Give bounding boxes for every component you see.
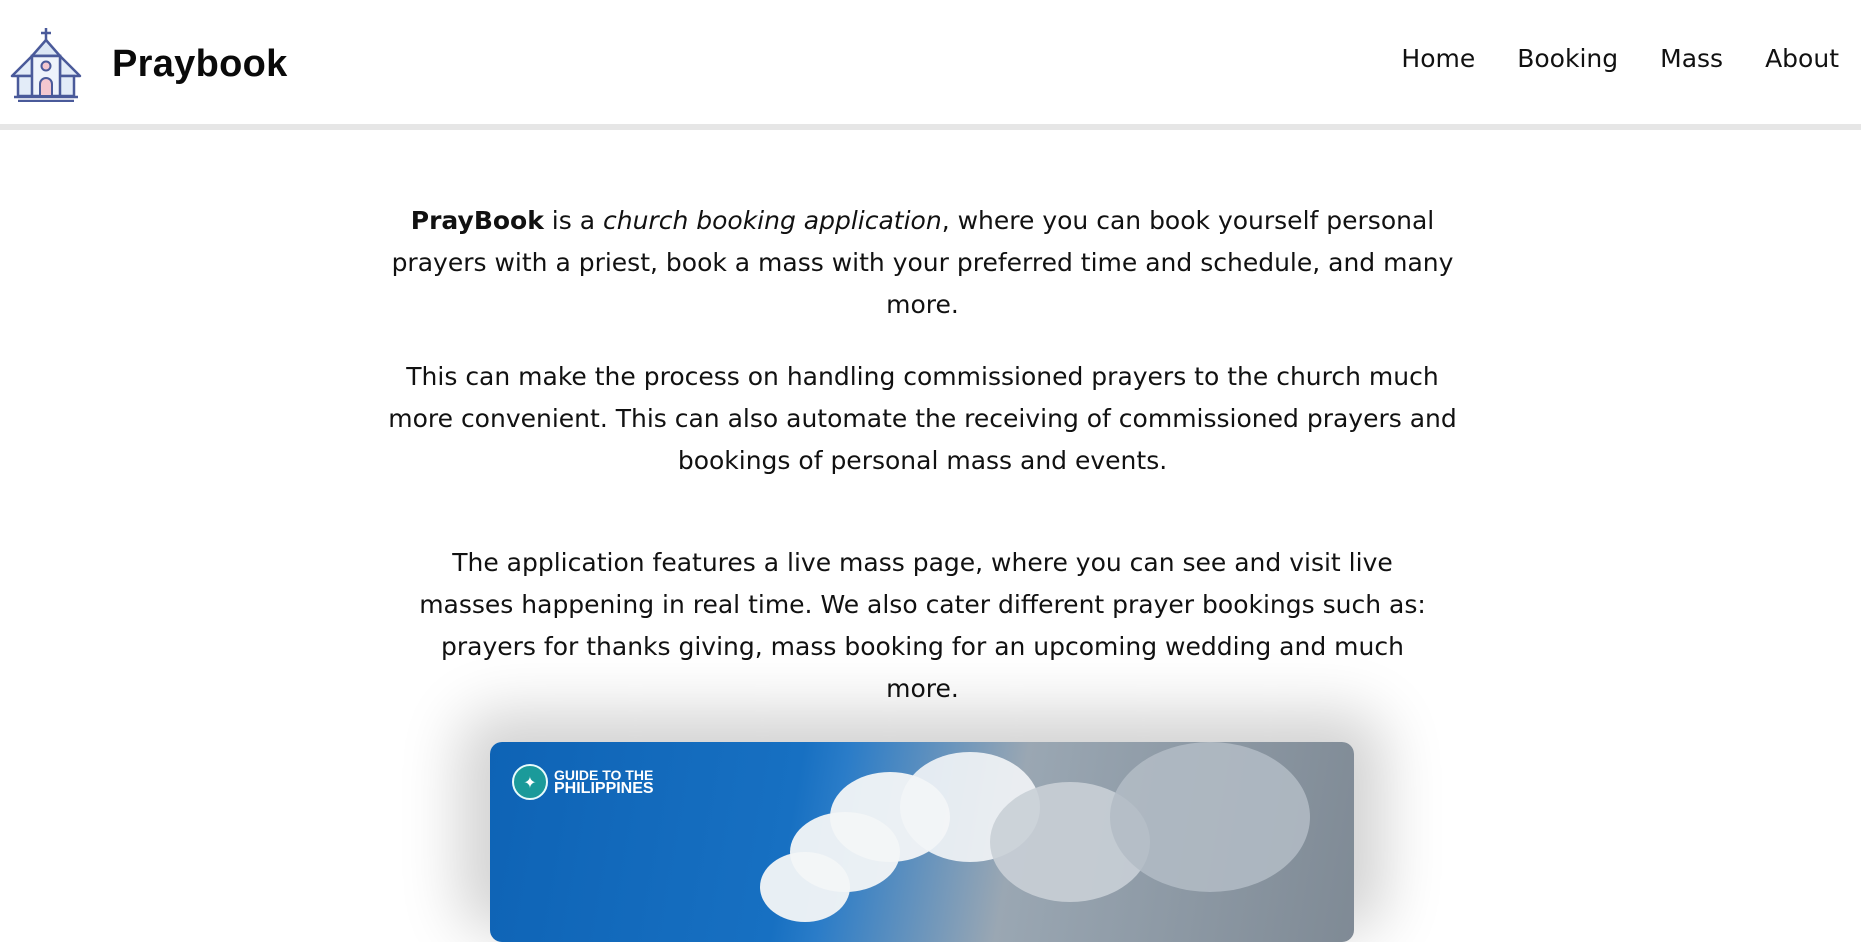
nav-about-link[interactable]: About	[1765, 44, 1839, 73]
cloud-shape	[760, 852, 850, 922]
intro-paragraph-3: The application features a live mass pag…	[419, 548, 1426, 703]
intro-paragraph-2: This can make the process on handling co…	[388, 362, 1457, 475]
guide-badge-text: GUIDE TO THE PHILIPPINES	[554, 768, 654, 797]
app-description-italic: church booking application	[603, 206, 942, 235]
top-navbar: Praybook Home Booking Mass About	[0, 0, 1861, 130]
compass-icon: ✦	[512, 764, 548, 800]
church-photo: ✦ GUIDE TO THE PHILIPPINES	[490, 742, 1354, 942]
guide-badge: ✦ GUIDE TO THE PHILIPPINES	[512, 764, 654, 800]
nav-booking-link[interactable]: Booking	[1517, 44, 1618, 73]
church-logo-icon	[10, 28, 82, 102]
brand[interactable]: Praybook	[10, 26, 288, 102]
intro-text-connector: is a	[543, 206, 603, 235]
app-name-bold: PrayBook	[410, 206, 544, 235]
brand-name: Praybook	[112, 42, 288, 85]
intro-paragraph-1: PrayBook is a church booking application…	[380, 200, 1465, 326]
cloud-shape	[1110, 742, 1310, 892]
intro-section: PrayBook is a church booking application…	[380, 200, 1465, 710]
main-nav: Home Booking Mass About	[1359, 44, 1839, 73]
nav-home-link[interactable]: Home	[1401, 44, 1475, 73]
guide-badge-line2: PHILIPPINES	[554, 780, 654, 797]
nav-mass-link[interactable]: Mass	[1660, 44, 1723, 73]
